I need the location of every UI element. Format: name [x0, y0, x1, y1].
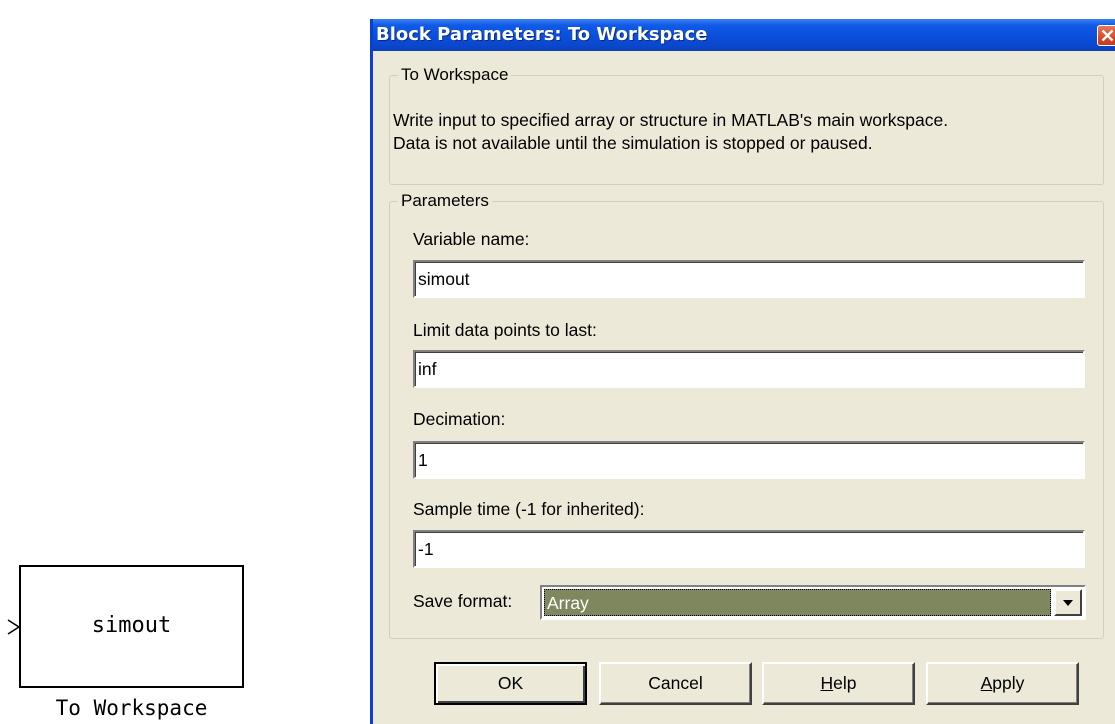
help-button-label: elp [833, 673, 857, 693]
to-workspace-block[interactable]: simout [19, 565, 244, 688]
description-line-2: Data is not available until the simulati… [393, 133, 873, 153]
variable-name-input[interactable]: simout [413, 260, 1085, 298]
block-variable-label: simout [91, 613, 172, 638]
dropdown-button[interactable] [1054, 589, 1082, 616]
save-format-value: Array [544, 589, 1051, 616]
block-description: Write input to specified array or struct… [393, 109, 1093, 155]
block-group-title: To Workspace [398, 65, 512, 85]
block-name-label: To Workspace [55, 696, 208, 720]
sample-time-label: Sample time (-1 for inherited): [413, 499, 645, 519]
cancel-button[interactable]: Cancel [599, 662, 752, 705]
ok-button[interactable]: OK [434, 662, 587, 705]
description-line-1: Write input to specified array or struct… [393, 110, 949, 130]
parameters-group-title: Parameters [398, 191, 492, 211]
help-button[interactable]: Help [762, 662, 915, 705]
save-format-select[interactable]: Array [540, 585, 1086, 620]
chevron-down-icon [1063, 600, 1073, 606]
decimation-input[interactable]: 1 [413, 441, 1085, 479]
close-button[interactable] [1097, 25, 1115, 46]
dialog-titlebar[interactable]: Block Parameters: To Workspace [373, 19, 1115, 51]
cancel-button-label: Cancel [648, 673, 703, 693]
limit-data-points-label: Limit data points to last: [413, 320, 597, 340]
apply-button-label: pply [992, 673, 1025, 693]
limit-data-points-input[interactable]: inf [413, 350, 1085, 388]
sample-time-input[interactable]: -1 [413, 530, 1085, 568]
help-accelerator: H [820, 673, 834, 693]
variable-name-label: Variable name: [413, 229, 530, 249]
block-parameters-dialog: Block Parameters: To Workspace To Worksp… [370, 19, 1115, 724]
ok-button-label: OK [497, 673, 524, 693]
close-icon [1101, 29, 1114, 42]
apply-accelerator: A [980, 673, 993, 693]
dialog-title: Block Parameters: To Workspace [376, 24, 708, 45]
apply-button[interactable]: Apply [926, 662, 1079, 705]
save-format-label: Save format: [413, 591, 513, 611]
decimation-label: Decimation: [413, 409, 506, 429]
